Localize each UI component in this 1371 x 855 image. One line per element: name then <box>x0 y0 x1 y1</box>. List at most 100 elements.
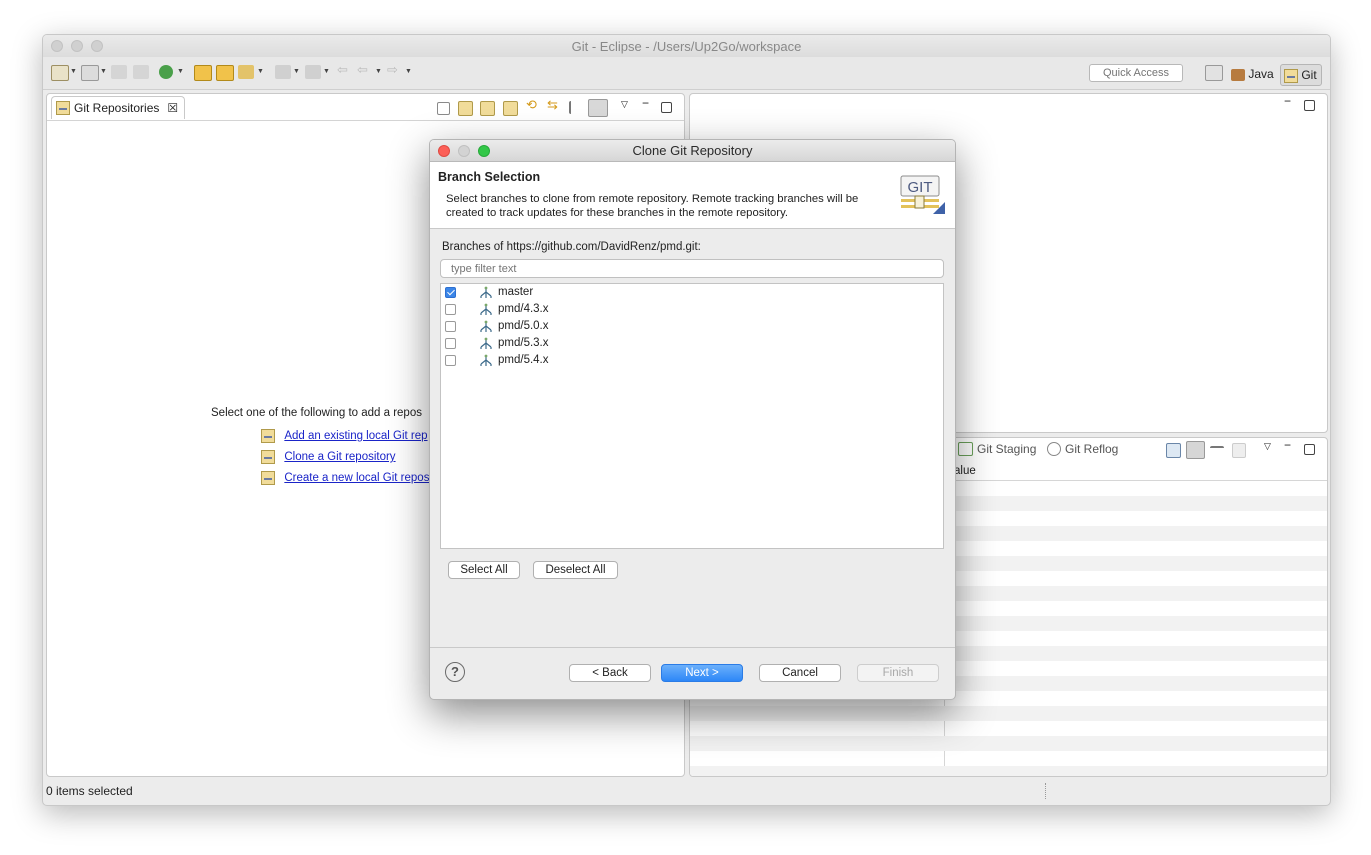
branch-checkbox-pmd-5-4-x[interactable] <box>445 355 456 366</box>
run-icon[interactable] <box>159 65 173 79</box>
show-advanced-icon[interactable] <box>1210 446 1224 461</box>
next-button[interactable]: Next > <box>661 664 743 682</box>
table-row <box>690 766 1327 776</box>
branch-filter-input[interactable] <box>440 259 944 278</box>
list-item[interactable]: pmd/5.0.x <box>441 318 943 335</box>
new-dropdown-icon[interactable]: ▼ <box>70 68 77 75</box>
button-bar-divider <box>430 647 955 648</box>
open-resource-icon[interactable] <box>216 65 234 81</box>
add-repo-icon[interactable] <box>458 101 473 116</box>
maximize-bottom-view-icon[interactable] <box>1304 444 1315 455</box>
java-perspective-button[interactable]: Java <box>1231 64 1274 84</box>
open-type-icon[interactable] <box>194 65 212 81</box>
git-reflog-icon <box>1047 442 1061 456</box>
window-title: Git - Eclipse - /Users/Up2Go/workspace <box>571 39 802 54</box>
edit-icon[interactable] <box>238 65 254 79</box>
branch-checkbox-pmd-5-0-x[interactable] <box>445 321 456 332</box>
forward-icon[interactable]: ⇨ <box>387 62 403 77</box>
prev-annotation-icon[interactable] <box>305 65 321 79</box>
link-with-selection-icon[interactable]: ⇆ <box>547 97 562 112</box>
create-repo-icon[interactable] <box>503 101 518 116</box>
restore-default-icon[interactable] <box>1232 443 1246 458</box>
back-dropdown-icon[interactable]: ▼ <box>375 68 382 75</box>
show-categories-icon[interactable] <box>1186 441 1205 459</box>
next-annotation-dropdown-icon[interactable]: ▼ <box>293 68 300 75</box>
minimize-bottom-view-icon[interactable]: − <box>1284 438 1299 452</box>
cancel-button[interactable]: Cancel <box>759 664 841 682</box>
branch-checkbox-pmd-5-3-x[interactable] <box>445 338 456 349</box>
tab-git-reflog-label: Git Reflog <box>1065 442 1119 456</box>
filter-view-icon[interactable] <box>588 99 608 117</box>
git-repositories-icon <box>56 101 70 115</box>
refresh-icon[interactable]: ⟲ <box>526 97 541 112</box>
quick-access-input[interactable] <box>1089 64 1183 82</box>
clone-repo-link[interactable]: Clone a Git repository <box>261 449 396 464</box>
collapse-all-icon[interactable] <box>437 102 450 115</box>
branch-list[interactable]: master pmd/4.3.x pmd/5.0.x pmd/5.3.x pmd… <box>440 283 944 549</box>
create-repo-link[interactable]: Create a new local Git repos <box>261 470 429 485</box>
deselect-all-button[interactable]: Deselect All <box>533 561 618 579</box>
help-icon[interactable]: ? <box>445 662 465 682</box>
git-wizard-banner-icon: GIT <box>900 175 945 214</box>
status-divider <box>1045 783 1046 799</box>
git-perspective-button[interactable]: Git <box>1280 64 1322 86</box>
clone-repo-link-icon <box>261 449 275 464</box>
window-titlebar: Git - Eclipse - /Users/Up2Go/workspace <box>43 35 1330 58</box>
create-repo-link-label[interactable]: Create a new local Git repos <box>284 472 429 484</box>
list-item[interactable]: pmd/5.3.x <box>441 335 943 352</box>
tab-git-staging-label: Git Staging <box>977 442 1037 456</box>
git-perspective-label: Git <box>1301 68 1317 82</box>
add-existing-repo-link-label[interactable]: Add an existing local Git rep <box>284 430 427 442</box>
run-dropdown-icon[interactable]: ▼ <box>177 68 184 75</box>
view-menu-icon[interactable]: ▽ <box>621 99 636 112</box>
save-icon[interactable] <box>111 65 127 79</box>
dialog-zoom-button[interactable] <box>478 145 490 157</box>
back-icon[interactable]: ⇦ <box>337 62 353 77</box>
maximize-view-icon[interactable] <box>661 102 672 113</box>
branch-name: pmd/5.3.x <box>498 337 549 349</box>
forward-dropdown-icon[interactable]: ▼ <box>405 68 412 75</box>
tab-git-staging[interactable]: Git Staging <box>958 442 1036 456</box>
new-project-icon[interactable] <box>81 65 99 81</box>
finish-button[interactable]: Finish <box>857 664 939 682</box>
branch-name: pmd/5.0.x <box>498 320 549 332</box>
clone-repo-link-label[interactable]: Clone a Git repository <box>284 451 395 463</box>
edit-dropdown-icon[interactable]: ▼ <box>257 68 264 75</box>
dialog-close-button[interactable] <box>438 145 450 157</box>
git-perspective-icon <box>1284 68 1298 83</box>
wizard-page-description: Select branches to clone from remote rep… <box>446 193 859 219</box>
dialog-titlebar: Clone Git Repository <box>430 140 955 162</box>
pin-view-icon[interactable] <box>1166 443 1181 458</box>
dialog-minimize-button[interactable] <box>458 145 470 157</box>
list-item[interactable]: pmd/5.4.x <box>441 352 943 369</box>
add-existing-repo-link[interactable]: Add an existing local Git rep <box>261 428 428 443</box>
back-button[interactable]: < Back <box>569 664 651 682</box>
wizard-page-title: Branch Selection <box>438 170 541 184</box>
minimize-editor-icon[interactable]: − <box>1284 94 1299 108</box>
clone-repo-icon[interactable] <box>480 101 495 116</box>
new-project-dropdown-icon[interactable]: ▼ <box>100 68 107 75</box>
save-all-icon[interactable] <box>133 65 149 79</box>
close-icon[interactable]: ☒ <box>167 101 178 115</box>
branch-checkbox-pmd-4-3-x[interactable] <box>445 304 456 315</box>
new-icon[interactable] <box>51 65 69 81</box>
prev-annotation-dropdown-icon[interactable]: ▼ <box>323 68 330 75</box>
tab-git-reflog[interactable]: Git Reflog <box>1047 442 1118 456</box>
maximize-editor-icon[interactable] <box>1304 100 1315 111</box>
list-item[interactable]: pmd/4.3.x <box>441 301 943 318</box>
view-tab-divider <box>47 120 684 121</box>
branch-icon <box>480 286 492 298</box>
open-perspective-icon[interactable] <box>1205 65 1223 81</box>
hierarchical-layout-icon[interactable] <box>569 101 580 114</box>
minimize-view-icon[interactable]: − <box>642 96 657 110</box>
value-column-header: alue <box>954 465 976 477</box>
branch-checkbox-master[interactable] <box>445 287 456 298</box>
back-history-icon[interactable]: ⇦ <box>357 62 373 77</box>
tab-git-repositories[interactable]: Git Repositories ☒ <box>51 96 186 119</box>
status-text: 0 items selected <box>46 784 133 798</box>
list-item[interactable]: master <box>441 284 943 301</box>
bottom-view-menu-icon[interactable]: ▽ <box>1264 441 1279 454</box>
next-annotation-icon[interactable] <box>275 65 291 79</box>
dialog-title: Clone Git Repository <box>632 143 753 158</box>
select-all-button[interactable]: Select All <box>448 561 520 579</box>
